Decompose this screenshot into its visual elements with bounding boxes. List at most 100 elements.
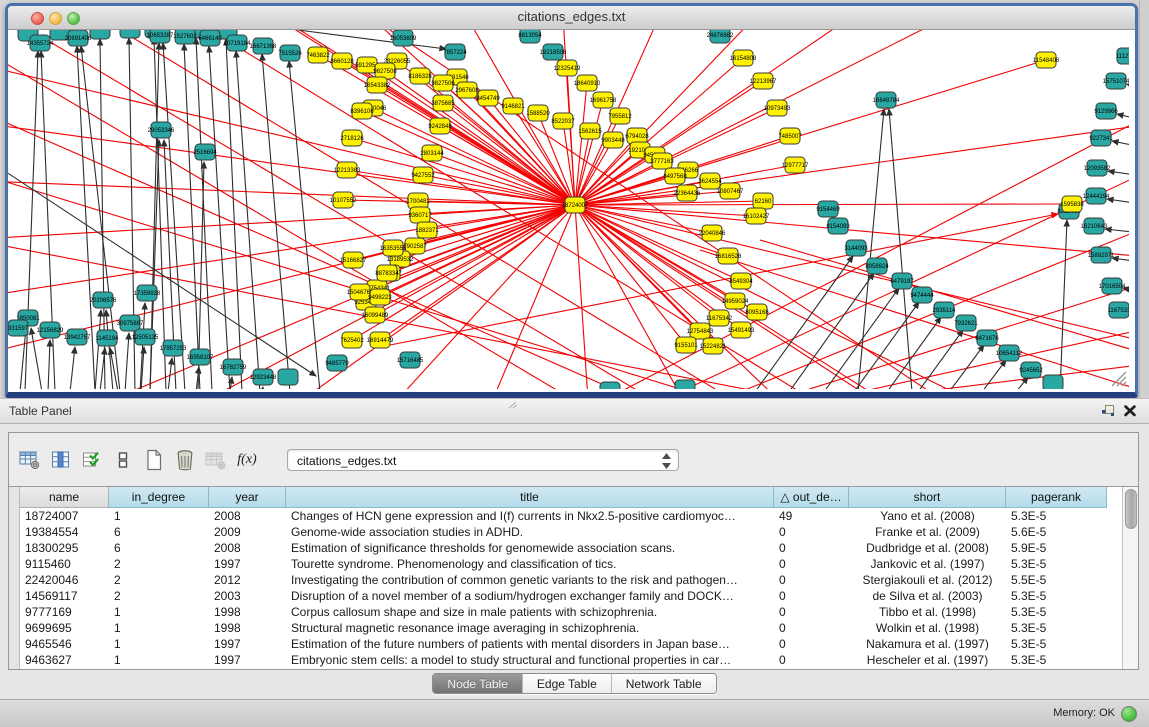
cell-short[interactable]: Yano et al. (2008) bbox=[849, 508, 1006, 524]
graph-node[interactable]: 15224821 bbox=[700, 338, 727, 354]
cell-year[interactable]: 2008 bbox=[209, 508, 286, 524]
table-row[interactable]: 977716911998Corpus callosum shape and si… bbox=[20, 604, 1122, 620]
cell-outde[interactable]: 0 bbox=[774, 556, 849, 572]
graph-node[interactable]: 9498223 bbox=[368, 289, 392, 305]
cell-pagerank[interactable]: 5.9E-5 bbox=[1006, 540, 1107, 556]
graph-node[interactable] bbox=[278, 369, 298, 385]
citation-network-graph[interactable]: 1435572420691406106532871527602646614010… bbox=[8, 30, 1129, 389]
graph-node[interactable]: 16961758 bbox=[590, 92, 617, 108]
table-row[interactable]: 969969511998Structural magnetic resonanc… bbox=[20, 620, 1122, 636]
graph-node[interactable]: 2803144 bbox=[420, 145, 444, 161]
graph-node[interactable] bbox=[675, 380, 695, 389]
cell-indegree[interactable]: 1 bbox=[109, 620, 209, 636]
graph-node[interactable] bbox=[1043, 375, 1063, 389]
cell-title[interactable]: Estimation of the future numbers of pati… bbox=[286, 636, 774, 652]
graph-node[interactable]: 9242848 bbox=[428, 118, 452, 134]
column-header-outde[interactable]: △ out_de… bbox=[774, 487, 849, 508]
cell-year[interactable]: 2008 bbox=[209, 540, 286, 556]
cell-outde[interactable]: 49 bbox=[774, 508, 849, 524]
graph-node[interactable]: 11675342 bbox=[706, 310, 733, 326]
cell-year[interactable]: 1998 bbox=[209, 604, 286, 620]
table-row[interactable]: 1456911722003Disruption of a novel membe… bbox=[20, 588, 1122, 604]
graph-node[interactable]: 9360717 bbox=[408, 207, 432, 223]
cell-outde[interactable]: 0 bbox=[774, 652, 849, 668]
graph-node[interactable] bbox=[600, 382, 620, 389]
graph-node[interactable]: 14355724 bbox=[27, 35, 54, 51]
graph-node[interactable]: 9154469 bbox=[816, 201, 840, 217]
network-canvas[interactable]: 1435572420691406106532871527602646614010… bbox=[8, 30, 1135, 392]
cell-indegree[interactable]: 1 bbox=[109, 508, 209, 524]
graph-node[interactable]: 12977717 bbox=[782, 157, 809, 173]
cell-short[interactable]: Hescheler et al. (1997) bbox=[849, 652, 1006, 668]
graph-node[interactable]: 8095168 bbox=[745, 304, 769, 320]
graph-node[interactable]: 10719184 bbox=[224, 35, 251, 51]
graph-node[interactable]: 16816528 bbox=[715, 248, 742, 264]
graph-node[interactable]: 17016504 bbox=[1099, 278, 1126, 294]
graph-node[interactable]: 1112753 bbox=[1116, 48, 1129, 64]
cell-title[interactable]: Estimation of significance thresholds fo… bbox=[286, 540, 774, 556]
graph-node[interactable]: 20206576 bbox=[90, 292, 117, 308]
graph-node[interactable]: 10653287 bbox=[147, 30, 174, 43]
cell-short[interactable]: Jankovic et al. (1997) bbox=[849, 556, 1006, 572]
graph-node[interactable]: 1167533 bbox=[1108, 302, 1129, 318]
graph-node[interactable]: 9146821 bbox=[501, 98, 525, 114]
cell-short[interactable]: Franke et al. (2009) bbox=[849, 524, 1006, 540]
cell-short[interactable]: Stergiakouli et al. (2012) bbox=[849, 572, 1006, 588]
cell-indegree[interactable]: 1 bbox=[109, 604, 209, 620]
network-table-select[interactable]: citations_edges.txt bbox=[287, 449, 679, 471]
graph-node[interactable]: 12923448 bbox=[250, 369, 277, 385]
cell-year[interactable]: 2009 bbox=[209, 524, 286, 540]
graph-node[interactable]: 10107552 bbox=[330, 192, 357, 208]
cell-pagerank[interactable]: 5.3E-5 bbox=[1006, 508, 1107, 524]
table-settings-icon[interactable] bbox=[17, 447, 43, 473]
cell-outde[interactable]: 0 bbox=[774, 540, 849, 556]
graph-node[interactable]: 24876882 bbox=[707, 30, 734, 43]
cell-pagerank[interactable]: 5.3E-5 bbox=[1006, 556, 1107, 572]
cell-name[interactable]: 19384554 bbox=[20, 524, 109, 540]
cell-short[interactable]: Dudbridge et al. (2008) bbox=[849, 540, 1006, 556]
cell-pagerank[interactable]: 5.3E-5 bbox=[1006, 652, 1107, 668]
graph-node[interactable]: 8878334 bbox=[375, 265, 399, 281]
splitter-handle-icon[interactable] bbox=[508, 401, 518, 409]
graph-node[interactable] bbox=[90, 30, 110, 39]
graph-node[interactable]: 3875685 bbox=[431, 95, 455, 111]
cell-title[interactable]: Tourette syndrome. Phenomenology and cla… bbox=[286, 556, 774, 572]
cell-title[interactable]: Corpus callosum shape and size in male p… bbox=[286, 604, 774, 620]
graph-node[interactable]: 10654112 bbox=[996, 345, 1023, 361]
graph-node[interactable]: 3777163 bbox=[650, 153, 674, 169]
cell-outde[interactable]: 0 bbox=[774, 636, 849, 652]
graph-nodes[interactable]: 1435572420691406106532871527602646614010… bbox=[8, 30, 1129, 389]
table-row[interactable]: 911546021997Tourette syndrome. Phenomeno… bbox=[20, 556, 1122, 572]
cell-title[interactable]: Structural magnetic resonance image aver… bbox=[286, 620, 774, 636]
cell-title[interactable]: Genome-wide association studies in ADHD. bbox=[286, 524, 774, 540]
cell-outde[interactable]: 0 bbox=[774, 524, 849, 540]
graph-node[interactable]: 16782759 bbox=[220, 359, 247, 375]
graph-node[interactable]: 62160 bbox=[753, 193, 773, 209]
graph-node[interactable]: 15751074 bbox=[1103, 73, 1129, 89]
graph-node[interactable]: 20691406 bbox=[65, 30, 92, 46]
graph-node[interactable]: 17359928 bbox=[134, 285, 161, 301]
graph-node[interactable]: 6497568 bbox=[663, 168, 687, 184]
stacked-rows-icon[interactable] bbox=[110, 447, 136, 473]
graph-node[interactable]: 12213383 bbox=[334, 162, 361, 178]
cell-short[interactable]: Nakamura et al. (1997) bbox=[849, 636, 1006, 652]
column-header-name[interactable]: name bbox=[20, 487, 109, 508]
cell-short[interactable]: Wolkin et al. (1998) bbox=[849, 620, 1006, 636]
graph-node[interactable]: 19218506 bbox=[540, 44, 567, 60]
select-columns-icon[interactable] bbox=[48, 447, 74, 473]
new-table-icon[interactable] bbox=[141, 447, 167, 473]
graph-node[interactable]: 16958107 bbox=[187, 349, 214, 365]
column-header-year[interactable]: year bbox=[209, 487, 286, 508]
graph-node[interactable]: 7485007 bbox=[778, 128, 802, 144]
graph-node[interactable]: 16099489 bbox=[362, 307, 389, 323]
graph-node[interactable]: 1595838 bbox=[1060, 196, 1084, 212]
graph-node[interactable]: 9427552 bbox=[411, 167, 435, 183]
cell-outde[interactable]: 0 bbox=[774, 588, 849, 604]
graph-node[interactable]: 12444194 bbox=[1083, 188, 1110, 204]
graph-node[interactable]: 9155101 bbox=[674, 337, 698, 353]
graph-node[interactable]: 9129966 bbox=[1094, 103, 1118, 119]
column-header-indegree[interactable]: in_degree bbox=[109, 487, 209, 508]
cell-indegree[interactable]: 2 bbox=[109, 572, 209, 588]
table-row[interactable]: 1938455462009Genome-wide association stu… bbox=[20, 524, 1122, 540]
graph-node[interactable]: 1562615 bbox=[578, 123, 602, 139]
